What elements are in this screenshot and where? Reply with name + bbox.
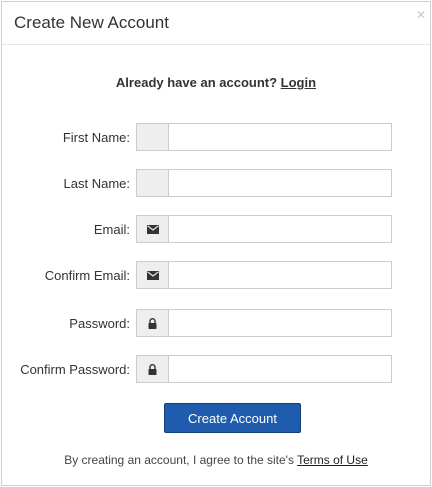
email-row: Email: (2, 214, 432, 244)
modal-title: Create New Account (14, 13, 169, 32)
password-label: Password: (69, 316, 130, 331)
email-input[interactable] (168, 215, 392, 243)
password-input[interactable] (168, 309, 392, 337)
confirm-password-input[interactable] (168, 355, 392, 383)
create-account-modal: Create New Account ✕ Already have an acc… (1, 1, 431, 486)
first-name-label: First Name: (62, 130, 130, 145)
last-name-label: Last Name: (63, 176, 130, 191)
last-name-row: Last Name: (2, 168, 432, 198)
last-name-input[interactable] (168, 169, 392, 197)
lock-icon (148, 363, 157, 375)
password-addon (136, 309, 168, 337)
email-addon (136, 215, 168, 243)
envelope-icon (146, 224, 159, 234)
first-name-input[interactable] (168, 123, 392, 151)
confirm-password-addon (136, 355, 168, 383)
email-label: Email: (93, 222, 130, 237)
terms-notice: By creating an account, I agree to the s… (2, 453, 430, 467)
login-prompt-text: Already have an account? (115, 75, 278, 90)
terms-text: By creating an account, I agree to the s… (64, 453, 294, 467)
login-link[interactable]: Login (281, 75, 316, 90)
confirm-password-label: Confirm Password: (20, 362, 130, 377)
confirm-password-row: Confirm Password: (2, 354, 432, 384)
last-name-addon (136, 169, 168, 197)
close-icon[interactable]: ✕ (416, 8, 426, 22)
modal-header: Create New Account ✕ (2, 2, 430, 45)
lock-icon (148, 317, 157, 329)
confirm-email-label: Confirm Email: (44, 268, 130, 283)
terms-of-use-link[interactable]: Terms of Use (297, 453, 368, 467)
envelope-icon (146, 270, 159, 280)
confirm-email-row: Confirm Email: (2, 260, 432, 290)
first-name-addon (136, 123, 168, 151)
login-prompt: Already have an account? Login (2, 75, 430, 90)
first-name-row: First Name: (2, 122, 432, 152)
confirm-email-input[interactable] (168, 261, 392, 289)
password-row: Password: (2, 308, 432, 338)
create-account-button[interactable]: Create Account (164, 403, 301, 433)
confirm-email-addon (136, 261, 168, 289)
